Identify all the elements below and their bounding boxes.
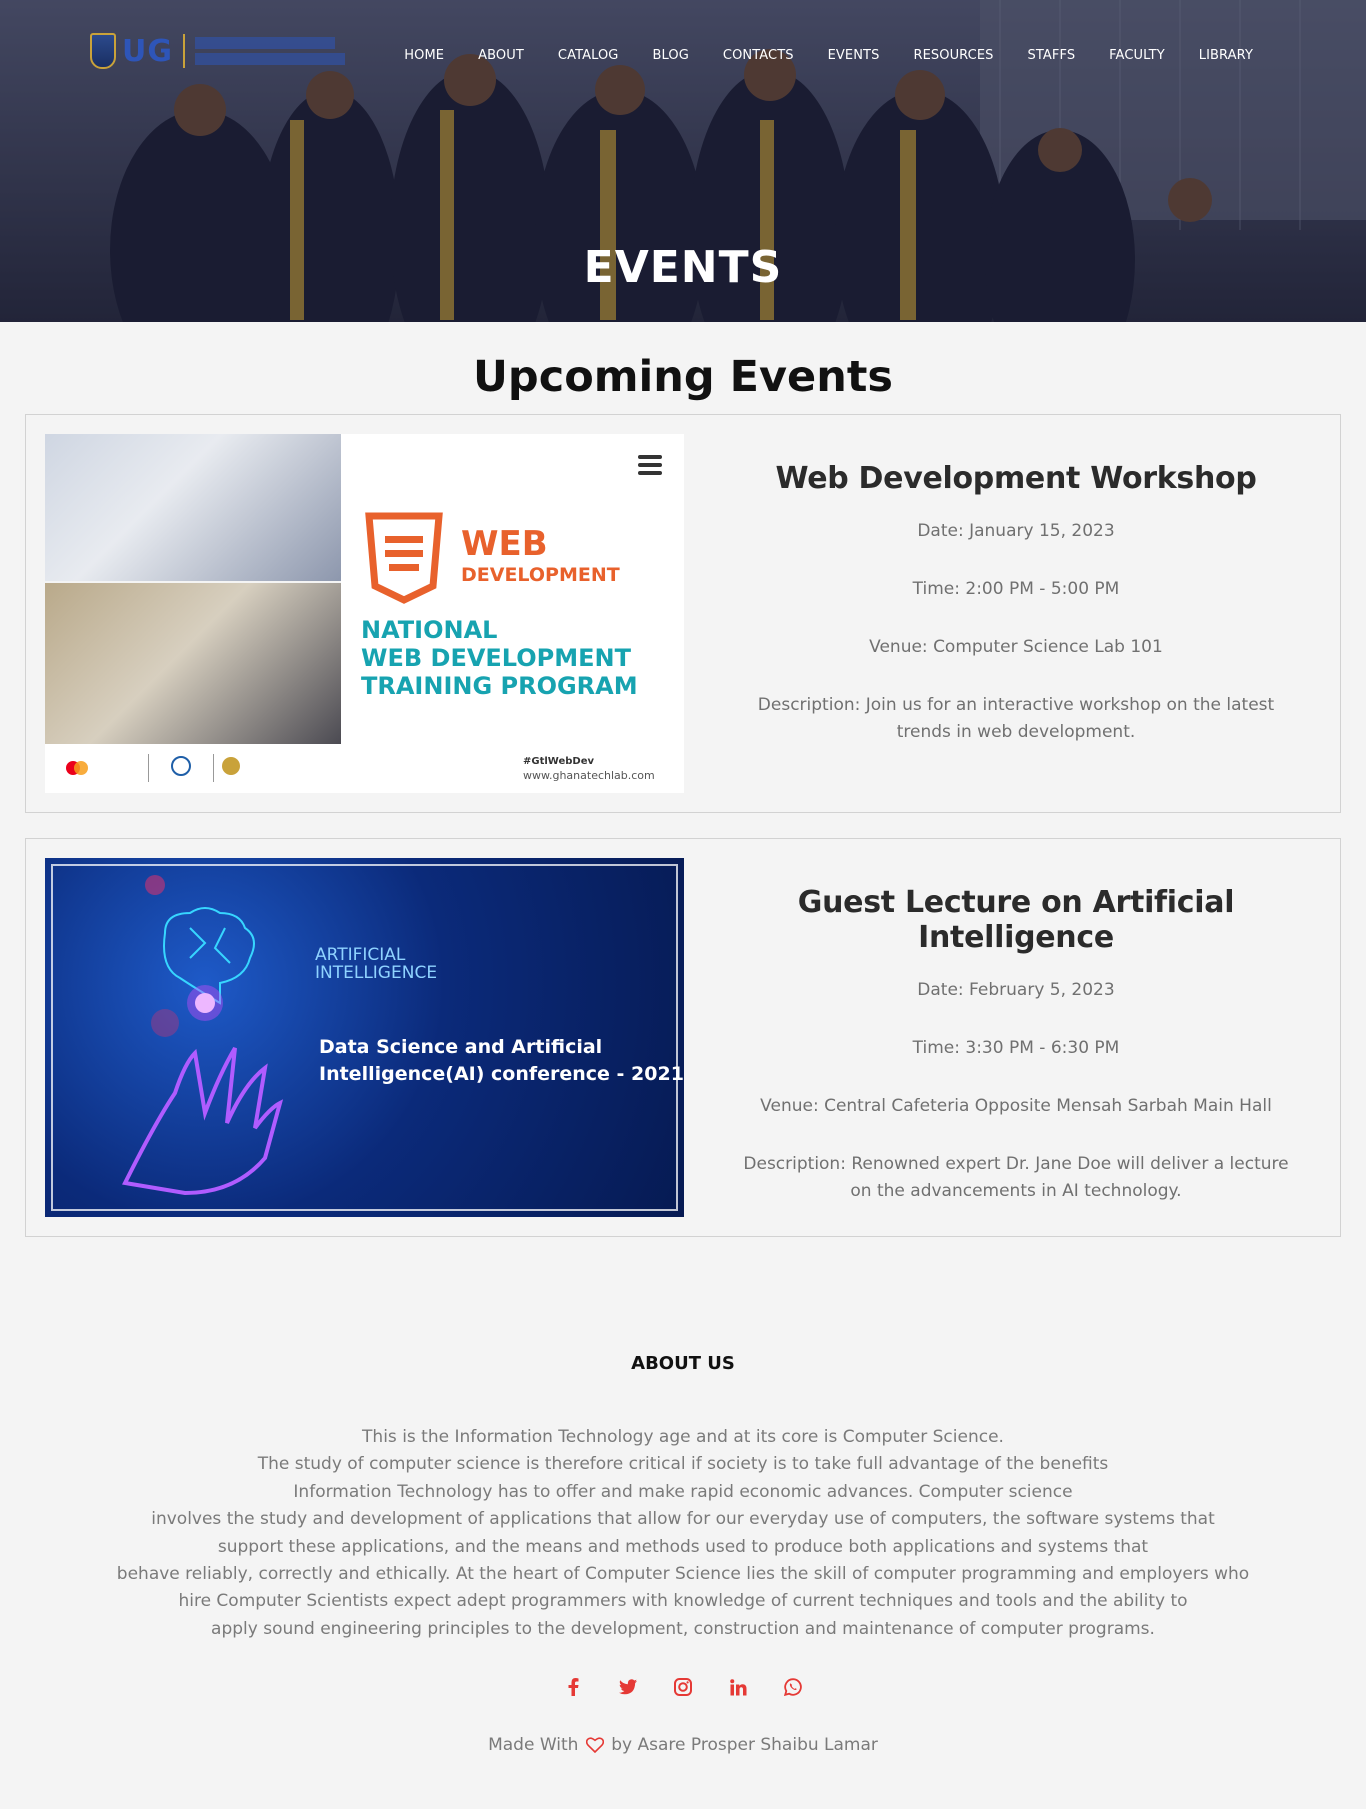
- nav-events[interactable]: EVENTS: [811, 48, 897, 63]
- poster-program-line: NATIONAL: [361, 616, 498, 644]
- event-venue: Venue: Computer Science Lab 101: [869, 637, 1163, 657]
- ai-poster-label-line: INTELLIGENCE: [315, 963, 438, 983]
- event-date: Date: February 5, 2023: [917, 980, 1115, 1000]
- event-details: Web Development Workshop Date: January 1…: [716, 445, 1316, 777]
- web-dev-poster: WEB DEVELOPMENT NATIONAL WEB DEVELOPMENT…: [341, 434, 684, 744]
- event-venue: Venue: Central Cafeteria Opposite Mensah…: [760, 1096, 1272, 1116]
- poster-program-line: TRAINING PROGRAM: [361, 672, 638, 700]
- about-line: The study of computer science is therefo…: [257, 1454, 1109, 1475]
- about-us-text: This is the Information Technology age a…: [90, 1424, 1276, 1643]
- nav-contacts[interactable]: CONTACTS: [706, 48, 811, 63]
- social-links: [0, 1676, 1366, 1698]
- nav-resources[interactable]: RESOURCES: [896, 48, 1010, 63]
- about-line: apply sound engineering principles to th…: [211, 1618, 1155, 1639]
- event-title: Web Development Workshop: [775, 461, 1257, 496]
- event-description: Description: Join us for an interactive …: [757, 695, 1275, 742]
- event-date: Date: January 15, 2023: [917, 521, 1115, 541]
- instagram-icon[interactable]: [672, 1676, 694, 1698]
- poster-url: www.ghanatechlab.com: [523, 769, 655, 782]
- nav-library[interactable]: LIBRARY: [1182, 48, 1270, 63]
- sponsor-logos-icon: [66, 754, 240, 782]
- university-crest-icon: [90, 33, 116, 69]
- poster-web-text: WEB: [461, 524, 548, 564]
- event-time: Time: 2:00 PM - 5:00 PM: [912, 579, 1120, 599]
- poster-hashtag: #GtlWebDev: [523, 756, 595, 767]
- heart-icon: [585, 1737, 604, 1753]
- event-title: Guest Lecture on Artificial Intelligence: [797, 885, 1235, 955]
- poster-development-text: DEVELOPMENT: [461, 564, 620, 586]
- site-logo[interactable]: UG: [90, 30, 345, 72]
- html5-shield-icon: [365, 512, 443, 604]
- poster-sponsor-strip: #GtlWebDev www.ghanatechlab.com: [45, 744, 684, 793]
- poster-program-text: NATIONAL WEB DEVELOPMENT TRAINING PROGRA…: [361, 616, 638, 700]
- hero-banner: UG HOME ABOUT CATALOG BLOG CONTACTS EVEN…: [0, 0, 1366, 322]
- hamburger-menu-icon[interactable]: [637, 452, 663, 478]
- about-line: Information Technology has to offer and …: [293, 1481, 1073, 1502]
- whatsapp-icon[interactable]: [782, 1676, 804, 1698]
- ai-lecture-event-image: ARTIFICIAL INTELLIGENCE Data Science and…: [45, 858, 684, 1217]
- logo-department-text: [194, 37, 345, 65]
- event-description: Description: Renowned expert Dr. Jane Do…: [743, 1154, 1289, 1201]
- footer-credit: Made With by Asare Prosper Shaibu Lamar: [0, 1735, 1366, 1755]
- main-nav: HOME ABOUT CATALOG BLOG CONTACTS EVENTS …: [387, 48, 1270, 63]
- ai-poster-conference-line: Data Science and Artificial: [319, 1036, 603, 1058]
- event-card: ARTIFICIAL INTELLIGENCE Data Science and…: [25, 838, 1341, 1237]
- nav-catalog[interactable]: CATALOG: [541, 48, 636, 63]
- nav-faculty[interactable]: FACULTY: [1092, 48, 1182, 63]
- credit-author: by Asare Prosper Shaibu Lamar: [611, 1735, 878, 1755]
- nav-staffs[interactable]: STAFFS: [1011, 48, 1093, 63]
- credit-prefix: Made With: [488, 1735, 579, 1755]
- workshop-class-photo: [45, 583, 341, 744]
- about-us-heading: ABOUT US: [631, 1353, 735, 1374]
- web-development-event-image: WEB DEVELOPMENT NATIONAL WEB DEVELOPMENT…: [45, 434, 684, 793]
- logo-divider: [182, 34, 185, 68]
- linkedin-icon[interactable]: [727, 1676, 749, 1698]
- event-card: WEB DEVELOPMENT NATIONAL WEB DEVELOPMENT…: [25, 414, 1341, 813]
- ai-poster-label: ARTIFICIAL INTELLIGENCE: [315, 946, 437, 982]
- about-line: behave reliably, correctly and ethically…: [116, 1564, 1250, 1585]
- ai-poster-conference-line: Intelligence(AI) conference - 2021: [319, 1063, 684, 1085]
- about-line: This is the Information Technology age a…: [362, 1427, 1004, 1447]
- page-title: EVENTS: [583, 242, 783, 293]
- poster-program-line: WEB DEVELOPMENT: [361, 644, 631, 672]
- workshop-participant-photo: [45, 434, 341, 581]
- event-details: Guest Lecture on Artificial Intelligence…: [716, 869, 1316, 1236]
- ai-poster-label-line: ARTIFICIAL: [315, 945, 406, 965]
- nav-home[interactable]: HOME: [387, 48, 461, 63]
- nav-blog[interactable]: BLOG: [635, 48, 705, 63]
- twitter-icon[interactable]: [617, 1676, 639, 1698]
- upcoming-events-heading: Upcoming Events: [473, 352, 893, 402]
- facebook-icon[interactable]: [562, 1676, 584, 1698]
- about-line: support these applications, and the mean…: [217, 1536, 1149, 1557]
- event-time: Time: 3:30 PM - 6:30 PM: [912, 1038, 1120, 1058]
- nav-about[interactable]: ABOUT: [461, 48, 541, 63]
- logo-ug-text: UG: [122, 33, 173, 69]
- about-line: involves the study and development of ap…: [151, 1509, 1215, 1530]
- ai-poster-conference-text: Data Science and Artificial Intelligence…: [319, 1034, 684, 1088]
- about-line: hire Computer Scientists expect adept pr…: [178, 1591, 1188, 1612]
